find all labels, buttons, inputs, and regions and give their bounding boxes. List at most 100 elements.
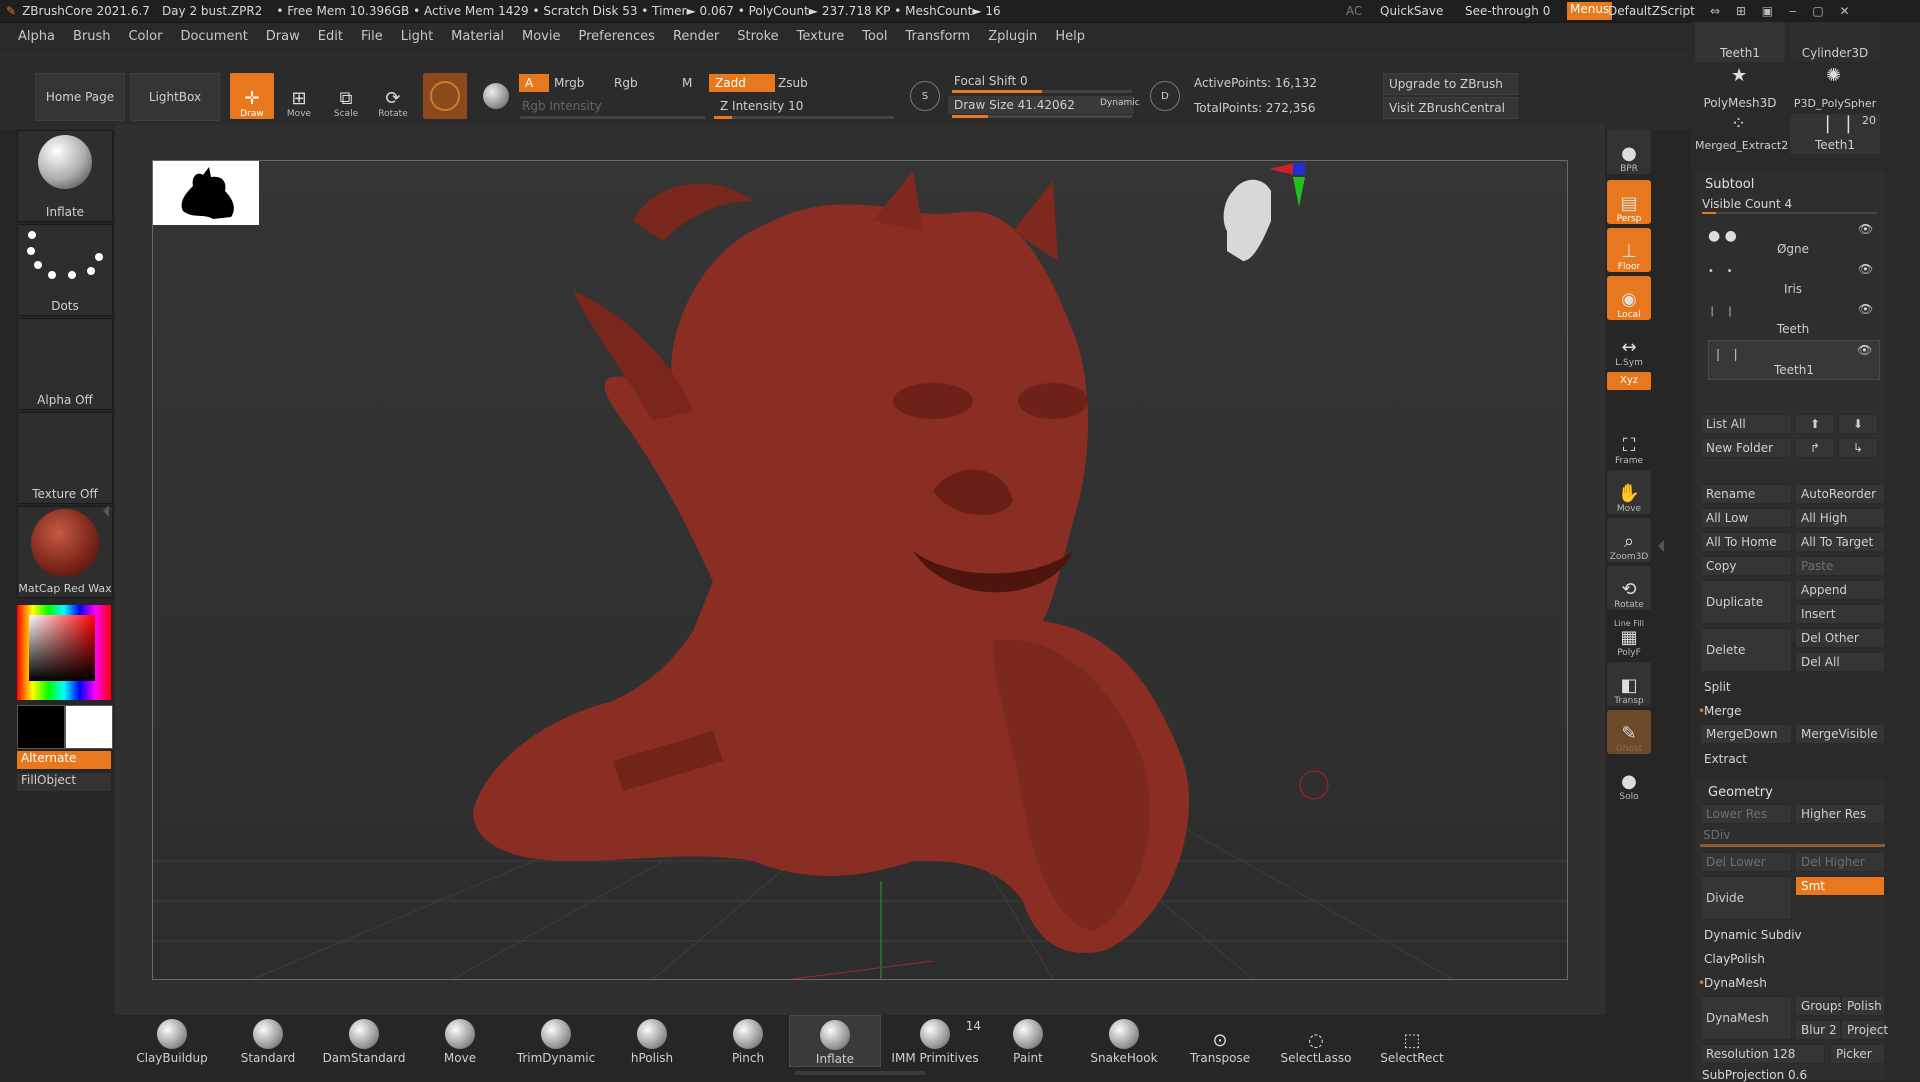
seethrough-slider[interactable]: See-through 0 [1465, 4, 1550, 18]
del-lower-button[interactable]: Del Lower [1700, 852, 1792, 872]
transp-button[interactable]: ◧ Transp [1607, 662, 1651, 706]
menu-document[interactable]: Document [180, 29, 247, 44]
home-page-button[interactable]: Home Page [35, 73, 125, 121]
menu-render[interactable]: Render [673, 29, 719, 44]
dynamic-d-icon[interactable]: D [1150, 81, 1180, 111]
color-picker[interactable] [17, 605, 111, 700]
frame-button[interactable]: ⛶ Frame [1607, 422, 1651, 467]
stroke-slot[interactable]: Dots [17, 224, 113, 316]
append-button[interactable]: Append [1795, 580, 1885, 600]
copy-button[interactable]: Copy [1700, 556, 1792, 576]
local-button[interactable]: ◉ Local [1607, 276, 1651, 320]
menu-tool[interactable]: Tool [862, 29, 887, 44]
extract-section[interactable]: Extract [1704, 752, 1747, 766]
menus-toggle[interactable]: Menus [1567, 2, 1613, 20]
split-section[interactable]: Split [1704, 680, 1731, 694]
left-panel-collapse-icon[interactable] [103, 505, 109, 517]
brush-damstandard[interactable]: DamStandard [319, 1015, 409, 1065]
brush-snakehook[interactable]: SnakeHook [1079, 1015, 1169, 1065]
window-controls-icon[interactable]: ⇔ ⊞ ▣ ‒ ▢ ✕ [1710, 4, 1856, 18]
menu-color[interactable]: Color [128, 29, 162, 44]
menu-transform[interactable]: Transform [906, 29, 971, 44]
xyz-toggle[interactable]: Xyz [1607, 372, 1651, 390]
lightbox-button[interactable]: LightBox [130, 73, 220, 121]
duplicate-button[interactable]: Duplicate [1700, 580, 1792, 624]
brush-standard[interactable]: Standard [223, 1015, 313, 1065]
material-swatch-button[interactable] [423, 73, 467, 119]
solo-button[interactable]: ● Solo [1607, 758, 1651, 803]
brush-selectlasso[interactable]: ◌ SelectLasso [1271, 1015, 1361, 1066]
brush-imm-primitives[interactable]: IMM Primitives 14 [885, 1015, 985, 1065]
resolution-field[interactable]: Resolution 128 [1700, 1044, 1825, 1064]
mergevisible-button[interactable]: MergeVisible [1795, 724, 1885, 744]
lsym-button[interactable]: ↔ L.Sym [1607, 324, 1651, 369]
rgb-toggle[interactable]: Rgb [608, 74, 664, 92]
persp-button[interactable]: ▤ Persp [1607, 180, 1651, 224]
arrow-right-icon[interactable]: ↱ [1795, 438, 1835, 458]
del-other-button[interactable]: Del Other [1795, 628, 1885, 648]
menu-texture[interactable]: Texture [797, 29, 845, 44]
brush-transpose[interactable]: ⊙ Transpose [1175, 1015, 1265, 1066]
sdiv-slider[interactable] [1700, 844, 1885, 847]
focal-shift-field[interactable]: Focal Shift 0 [948, 72, 1134, 90]
visible-count[interactable]: Visible Count 4 [1702, 197, 1792, 211]
material-slot[interactable]: MatCap Red Wax [17, 506, 113, 598]
focal-shift-slider[interactable] [952, 90, 1132, 93]
move-view-button[interactable]: ✋ Move [1607, 470, 1651, 514]
menu-zplugin[interactable]: Zplugin [988, 29, 1037, 44]
dynamesh-section[interactable]: DynaMesh [1704, 976, 1767, 990]
brush-pinch[interactable]: Pinch [703, 1015, 793, 1065]
divide-button[interactable]: Divide [1700, 876, 1792, 920]
all-low-button[interactable]: All Low [1700, 508, 1792, 528]
move-down-icon[interactable]: ⬇ [1838, 414, 1878, 434]
all-to-target-button[interactable]: All To Target [1795, 532, 1885, 552]
all-to-home-button[interactable]: All To Home [1700, 532, 1792, 552]
menu-draw[interactable]: Draw [266, 29, 300, 44]
linefill-polyf-button[interactable]: Line Fill ▦ PolyF [1607, 614, 1651, 658]
draw-mode-button[interactable]: ✛ Draw [230, 73, 274, 119]
menu-light[interactable]: Light [401, 29, 433, 44]
lazy-mouse-s-icon[interactable]: S [910, 81, 940, 111]
visible-count-slider[interactable] [1702, 212, 1877, 214]
a-toggle[interactable]: A [519, 74, 549, 92]
tool-thumb-cylinder[interactable]: Cylinder3D [1790, 22, 1880, 62]
insert-button[interactable]: Insert [1795, 604, 1885, 624]
alternate-toggle[interactable]: Alternate [17, 751, 111, 769]
visit-zbrushcentral-button[interactable]: Visit ZBrushCentral [1383, 97, 1518, 119]
dynamic-subdiv-section[interactable]: Dynamic Subdiv [1704, 928, 1802, 942]
del-all-button[interactable]: Del All [1795, 652, 1885, 672]
move-up-icon[interactable]: ⬆ [1795, 414, 1835, 434]
brush-inflate[interactable]: Inflate [789, 1015, 881, 1067]
zsub-toggle[interactable]: Zsub [772, 74, 838, 92]
rename-button[interactable]: Rename [1700, 484, 1792, 504]
ghost-button[interactable]: ✎ Ghost [1607, 710, 1651, 754]
color-picker-field[interactable] [29, 615, 95, 681]
menu-movie[interactable]: Movie [522, 29, 560, 44]
subtool-item[interactable]: • • 👁 Iris [1708, 260, 1878, 296]
smt-toggle[interactable]: Smt [1795, 876, 1885, 896]
menu-brush[interactable]: Brush [73, 29, 111, 44]
all-high-button[interactable]: All High [1795, 508, 1885, 528]
bpr-button[interactable]: ● BPR [1607, 130, 1651, 174]
document-canvas[interactable] [152, 160, 1568, 980]
groups-toggle[interactable]: Groups [1795, 996, 1844, 1016]
blur-field[interactable]: Blur 2 [1795, 1020, 1841, 1040]
brush-paint[interactable]: Paint [983, 1015, 1073, 1065]
rotate-mode-button[interactable]: ⟳ Rotate [371, 73, 415, 120]
menu-edit[interactable]: Edit [318, 29, 343, 44]
menu-alpha[interactable]: Alpha [18, 29, 55, 44]
brush-selectrect[interactable]: ⬚ SelectRect [1367, 1015, 1457, 1066]
brush-hpolish[interactable]: hPolish [607, 1015, 697, 1065]
higher-res-button[interactable]: Higher Res [1795, 804, 1885, 824]
secondary-color-swatch[interactable] [17, 705, 65, 749]
merge-section[interactable]: Merge [1704, 704, 1741, 718]
claypolish-section[interactable]: ClayPolish [1704, 952, 1765, 966]
paste-button[interactable]: Paste [1795, 556, 1885, 576]
eye-visibility-icon[interactable]: 👁 [1858, 222, 1873, 236]
new-folder-button[interactable]: New Folder [1700, 438, 1792, 458]
brush-shelf-scroll[interactable] [795, 1071, 925, 1075]
polish-toggle[interactable]: Polish [1841, 996, 1885, 1016]
subtool-title[interactable]: Subtool [1705, 177, 1754, 192]
mergedown-button[interactable]: MergeDown [1700, 724, 1792, 744]
upgrade-button[interactable]: Upgrade to ZBrush [1383, 73, 1518, 95]
